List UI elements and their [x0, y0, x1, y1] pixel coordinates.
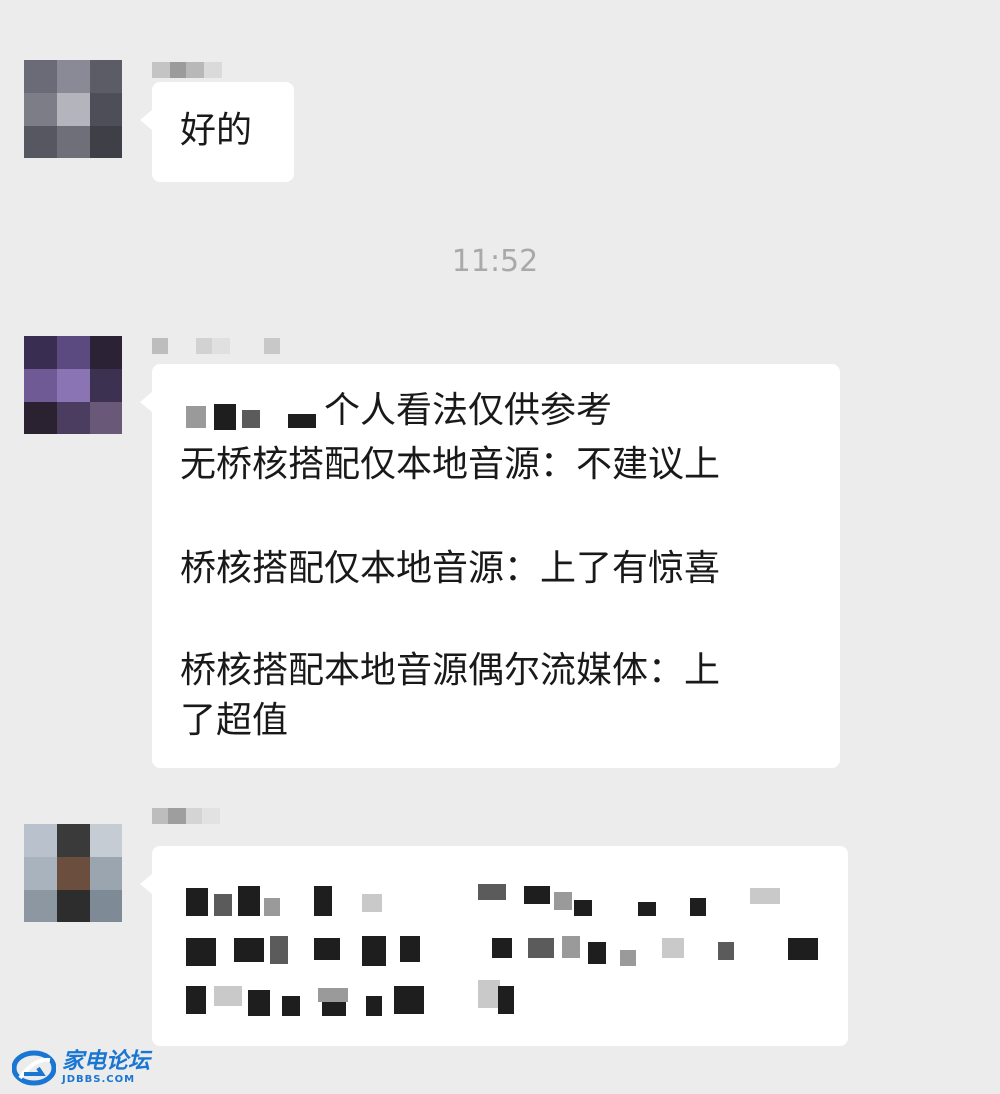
forum-logo-icon [12, 1050, 56, 1086]
redacted-text [288, 414, 316, 428]
message-line: 桥核搭配仅本地音源：上了有惊喜 [180, 548, 721, 589]
message-line: 桥核搭配本地音源偶尔流媒体：上 [180, 650, 721, 691]
avatar[interactable] [24, 336, 122, 434]
redacted-text [242, 410, 260, 428]
watermark-domain: JDBBS.COM [62, 1074, 136, 1085]
message-line: 个人看法仅供参考 [324, 390, 613, 431]
message-line: 无桥核搭配仅本地音源：不建议上 [180, 444, 721, 485]
avatar[interactable] [24, 60, 122, 158]
redacted-text [186, 406, 206, 428]
message-bubble[interactable] [140, 846, 848, 1046]
message-line: 了超值 [180, 700, 289, 741]
sender-name-redacted [152, 62, 222, 78]
message-text: 好的 [180, 110, 253, 151]
sender-name-redacted [152, 338, 280, 354]
redacted-text [214, 404, 236, 430]
sender-name-redacted [152, 808, 220, 824]
message-timestamp: 11:52 [451, 244, 539, 279]
site-watermark: 家电论坛 JDBBS.COM [12, 1050, 150, 1086]
chat-screen: { "messages": [ { "sender": "redacted", … [0, 0, 1000, 1094]
message-bubble[interactable]: 好的 [140, 82, 294, 182]
avatar[interactable] [24, 824, 122, 922]
message-bubble[interactable]: 个人看法仅供参考 无桥核搭配仅本地音源：不建议上 桥核搭配仅本地音源：上了有惊喜… [140, 364, 840, 768]
watermark-name: 家电论坛 [62, 1049, 151, 1074]
